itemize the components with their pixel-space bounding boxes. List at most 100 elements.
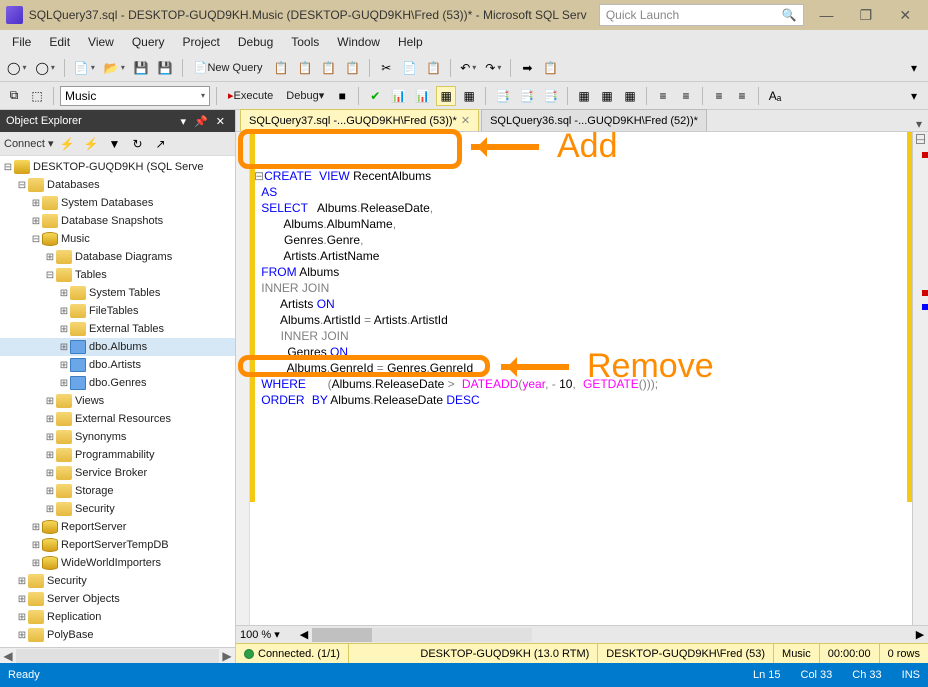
code-editor[interactable]: ⊟CREATE VIEW RecentAlbums AS SELECT Albu…: [250, 132, 912, 625]
results-grid-button[interactable]: ▦: [574, 86, 594, 106]
tb2-icon-1[interactable]: ⧉: [4, 86, 24, 106]
menu-edit[interactable]: Edit: [41, 32, 78, 52]
scroll-right-icon[interactable]: ▶: [912, 628, 928, 641]
minimize-button[interactable]: —: [810, 0, 843, 30]
object-explorer-tree[interactable]: ⊟DESKTOP-GUQD9KH (SQL Serve ⊟Databases ⊞…: [0, 156, 235, 647]
parse-button[interactable]: ✔: [365, 86, 385, 106]
tb-icon-2[interactable]: 📋: [294, 58, 315, 78]
uncomment-button[interactable]: ≡: [676, 86, 696, 106]
comment-button[interactable]: ≡: [653, 86, 673, 106]
new-item-button[interactable]: 📄: [71, 58, 98, 78]
redo-button[interactable]: ↷: [482, 58, 504, 78]
tree-storage[interactable]: ⊞Storage: [0, 482, 235, 500]
new-query-button[interactable]: 📄 New Query: [189, 58, 268, 78]
menu-file[interactable]: File: [4, 32, 39, 52]
tree-reportserver[interactable]: ⊞ReportServer: [0, 518, 235, 536]
menu-tools[interactable]: Tools: [283, 32, 327, 52]
editor-vscroll[interactable]: —: [912, 132, 928, 625]
oe-pin-icon[interactable]: 📌: [190, 115, 212, 128]
back-button[interactable]: ◯: [4, 58, 29, 78]
tree-server-objects[interactable]: ⊞Server Objects: [0, 590, 235, 608]
tree-external-tables[interactable]: ⊞External Tables: [0, 320, 235, 338]
menu-debug[interactable]: Debug: [230, 32, 281, 52]
tree-databases[interactable]: ⊟Databases: [0, 176, 235, 194]
menu-window[interactable]: Window: [329, 32, 388, 52]
execute-button[interactable]: ▸ Execute: [223, 86, 278, 106]
open-button[interactable]: 📂: [101, 58, 128, 78]
oe-filter-icon[interactable]: ▼: [104, 134, 124, 154]
tb-icon-4[interactable]: 📋: [342, 58, 363, 78]
tb2-icon-3[interactable]: 📊: [388, 86, 409, 106]
oe-refresh-icon[interactable]: ↻: [127, 134, 147, 154]
indent-button[interactable]: ≡: [709, 86, 729, 106]
tb-icon-1[interactable]: 📋: [270, 58, 291, 78]
cut-button[interactable]: ✂: [376, 58, 396, 78]
oe-tb-3[interactable]: ↗: [150, 134, 170, 154]
tree-external-resources[interactable]: ⊞External Resources: [0, 410, 235, 428]
paste-button[interactable]: 📋: [423, 58, 444, 78]
menu-help[interactable]: Help: [390, 32, 431, 52]
tb-icon-6[interactable]: 📋: [540, 58, 561, 78]
tb2-icon-8[interactable]: 📑: [516, 86, 537, 106]
close-icon[interactable]: ✕: [461, 114, 470, 127]
tab-sqlquery37[interactable]: SQLQuery37.sql -...GUQD9KH\Fred (53))*✕: [240, 109, 479, 131]
tabstrip-menordropdown-icon[interactable]: ▾: [910, 117, 928, 131]
tree-dbo-genres[interactable]: ⊞dbo.Genres: [0, 374, 235, 392]
tb-icon-3[interactable]: 📋: [318, 58, 339, 78]
results-file-button[interactable]: ▦: [620, 86, 640, 106]
save-button[interactable]: 💾: [131, 58, 152, 78]
tb2-icon-5[interactable]: ▦: [436, 86, 456, 106]
tree-security-db[interactable]: ⊞Security: [0, 500, 235, 518]
connect-button[interactable]: Connect ▾: [4, 137, 54, 150]
tree-programmability[interactable]: ⊞Programmability: [0, 446, 235, 464]
tree-replication[interactable]: ⊞Replication: [0, 608, 235, 626]
hscroll-track[interactable]: [312, 628, 532, 642]
tree-filetables[interactable]: ⊞FileTables: [0, 302, 235, 320]
save-all-button[interactable]: 💾: [155, 58, 176, 78]
tree-database-snapshots[interactable]: ⊞Database Snapshots: [0, 212, 235, 230]
tree-system-tables[interactable]: ⊞System Tables: [0, 284, 235, 302]
tb2-icon-2[interactable]: ⬚: [27, 86, 47, 106]
tree-dbo-albums[interactable]: ⊞dbo.Albums: [0, 338, 235, 356]
debug-button[interactable]: Debug ▾: [281, 86, 329, 106]
tb2-icon-10[interactable]: Aₐ: [765, 86, 785, 106]
restore-button[interactable]: ❐: [849, 0, 882, 30]
tree-server[interactable]: ⊟DESKTOP-GUQD9KH (SQL Serve: [0, 158, 235, 176]
tree-dbo-artists[interactable]: ⊞dbo.Artists: [0, 356, 235, 374]
menu-view[interactable]: View: [80, 32, 122, 52]
tb2-icon-7[interactable]: 📑: [492, 86, 513, 106]
tree-wideworldimporters[interactable]: ⊞WideWorldImporters: [0, 554, 235, 572]
quick-launch-input[interactable]: Quick Launch 🔍: [599, 4, 804, 26]
tree-views[interactable]: ⊞Views: [0, 392, 235, 410]
tree-reportservertemp[interactable]: ⊞ReportServerTempDB: [0, 536, 235, 554]
tree-database-diagrams[interactable]: ⊞Database Diagrams: [0, 248, 235, 266]
results-text-button[interactable]: ▦: [597, 86, 617, 106]
tab-sqlquery36[interactable]: SQLQuery36.sql -...GUQD9KH\Fred (52))*: [481, 109, 707, 131]
tree-synonyms[interactable]: ⊞Synonyms: [0, 428, 235, 446]
scroll-left-icon[interactable]: ◀: [296, 628, 312, 641]
oe-close-icon[interactable]: ✕: [212, 115, 229, 128]
database-select[interactable]: Music: [60, 86, 210, 106]
tree-service-broker[interactable]: ⊞Service Broker: [0, 464, 235, 482]
outdent-button[interactable]: ≡: [732, 86, 752, 106]
tb-icon-5[interactable]: ➡: [517, 58, 537, 78]
menu-query[interactable]: Query: [124, 32, 173, 52]
oe-tb-1[interactable]: ⚡: [57, 134, 78, 154]
copy-button[interactable]: 📄: [399, 58, 420, 78]
tb2-icon-6[interactable]: ▦: [459, 86, 479, 106]
tree-system-databases[interactable]: ⊞System Databases: [0, 194, 235, 212]
tree-music-db[interactable]: ⊟Music: [0, 230, 235, 248]
oe-tb-2[interactable]: ⚡: [81, 134, 102, 154]
oe-dropdown-icon[interactable]: ▾: [177, 115, 191, 128]
undo-button[interactable]: ↶: [457, 58, 479, 78]
tree-security[interactable]: ⊞Security: [0, 572, 235, 590]
tree-polybase[interactable]: ⊞PolyBase: [0, 626, 235, 644]
zoom-select[interactable]: 100 % ▾: [236, 628, 296, 641]
tb2-overflow[interactable]: ▾: [904, 86, 924, 106]
stop-button[interactable]: ■: [332, 86, 352, 106]
tb2-icon-9[interactable]: 📑: [540, 86, 561, 106]
forward-button[interactable]: ◯: [32, 58, 57, 78]
tb2-icon-4[interactable]: 📊: [412, 86, 433, 106]
menu-project[interactable]: Project: [175, 32, 228, 52]
tb-overflow[interactable]: ▾: [904, 58, 924, 78]
